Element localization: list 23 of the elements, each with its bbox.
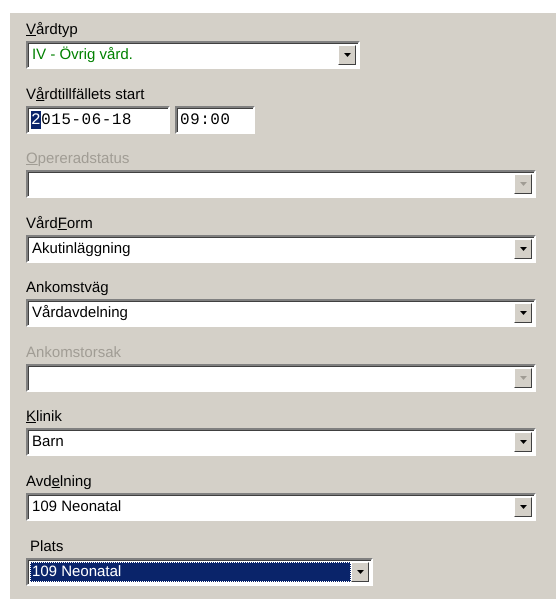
time-field[interactable]: 09:00: [175, 106, 255, 134]
field-label: Vårdtillfällets start: [26, 86, 144, 104]
date-field[interactable]: 2015-06-18: [26, 106, 170, 134]
dropdown[interactable]: Akutinläggning: [26, 234, 536, 263]
caret-icon: [356, 570, 364, 574]
dropdown[interactable]: Vårdavdelning: [26, 299, 536, 328]
dropdown[interactable]: Barn: [26, 428, 536, 456]
caret-icon: [520, 440, 526, 444]
caret-icon: [520, 504, 526, 509]
dropdown[interactable]: 109 Neonatal: [26, 492, 536, 521]
caret-icon: [520, 182, 526, 186]
field-label: Plats: [30, 538, 64, 556]
dropdown[interactable]: IV - Övrig vård.: [26, 41, 360, 69]
caret-icon: [344, 53, 350, 57]
field-label: Ankomstväg: [26, 279, 109, 298]
field-label: Avdelning: [26, 472, 92, 491]
caret-icon: [520, 311, 526, 316]
caret-icon: [520, 376, 526, 380]
field-label: Klinik: [26, 408, 62, 426]
field-label: VårdForm: [26, 214, 93, 233]
field-label: Vårdtyp: [26, 21, 78, 39]
caret-icon: [520, 246, 526, 251]
dropdown[interactable]: 109 Neonatal: [26, 558, 373, 586]
